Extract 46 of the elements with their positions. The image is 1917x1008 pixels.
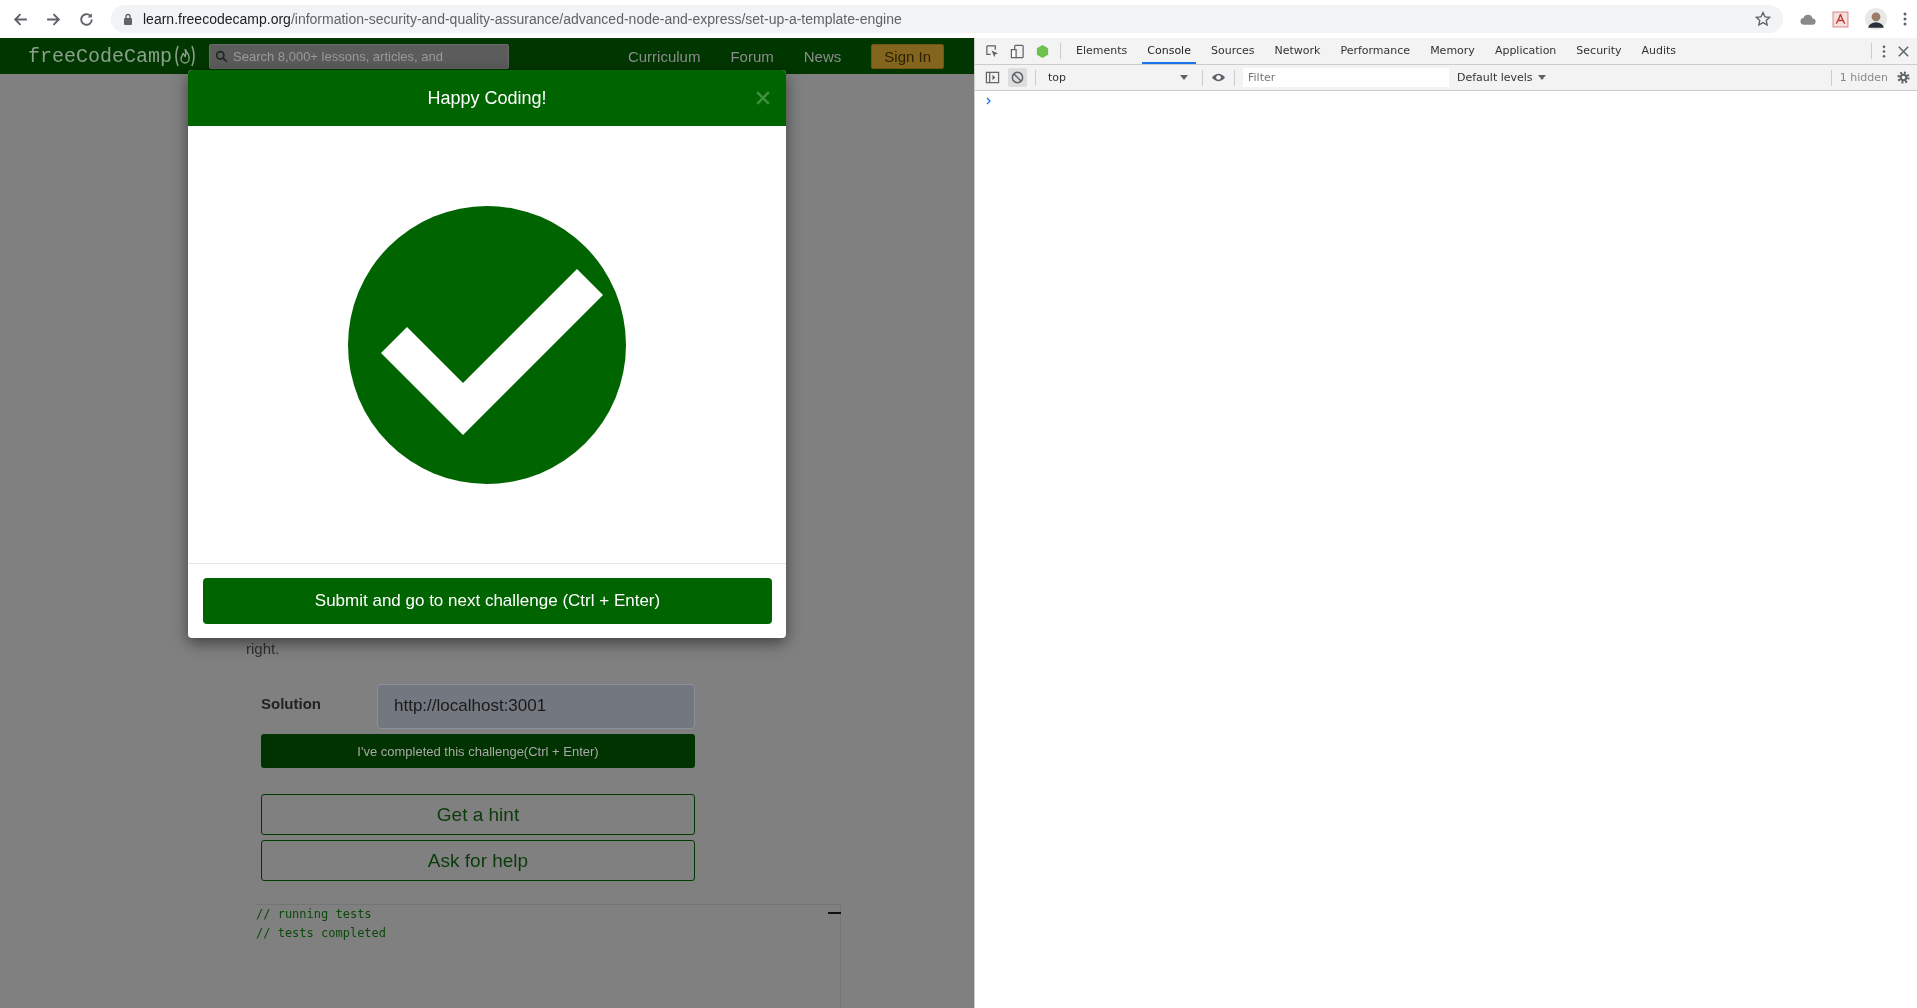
menu-icon[interactable] (1903, 11, 1907, 27)
hidden-count: 1 hidden (1839, 71, 1888, 84)
nav-link[interactable]: Forum (730, 47, 774, 65)
clear-icon[interactable] (1008, 68, 1027, 87)
context-select[interactable]: top (1044, 71, 1194, 84)
prompt-icon[interactable] (986, 97, 992, 105)
search-field[interactable]: Search 8,000+ lessons, articles, and (209, 43, 510, 69)
submit-button[interactable]: Submit and go to next challenge (Ctrl + Enter) (203, 578, 772, 624)
caret-icon (1537, 75, 1546, 80)
devtools-tab[interactable]: Application (1489, 38, 1562, 64)
output-line: // tests completed (256, 925, 388, 942)
devtools-tab[interactable]: Memory (1425, 38, 1480, 64)
settings-icon[interactable] (1896, 70, 1911, 85)
output-line: // running tests (256, 906, 373, 923)
solution-field[interactable]: http://localhost:3001 (377, 683, 695, 729)
search-icon (215, 49, 229, 63)
filter-field[interactable]: Filter (1243, 68, 1449, 87)
paragraph-text: right. (246, 640, 281, 657)
device-icon[interactable] (1010, 43, 1025, 59)
completed-button[interactable]: I've completed this challenge(Ctrl + Enter) (261, 734, 695, 768)
solution-label: Solution (261, 694, 322, 712)
caret-icon (1180, 75, 1188, 80)
devtools-tab[interactable]: Network (1269, 38, 1326, 64)
devtools-tab[interactable]: Security (1571, 38, 1627, 64)
devtools-tab[interactable]: Performance (1335, 38, 1416, 64)
reload-icon[interactable] (78, 10, 95, 28)
devtools-tab[interactable]: Elements (1071, 38, 1133, 64)
url-text: learn.freecodecamp.org/information-security-and-quality-assurance/advanced-node-and-express/set-up-a-template-engine (143, 11, 903, 27)
flame-icon (173, 44, 198, 68)
pdf-icon[interactable] (1832, 10, 1849, 28)
checkmark-icon (347, 204, 627, 485)
more-icon[interactable] (1882, 43, 1886, 59)
avatar-icon[interactable] (1865, 8, 1887, 30)
close-icon[interactable] (1896, 43, 1911, 59)
devtools-tab[interactable]: Sources (1205, 38, 1260, 64)
modal-title: Happy Coding! (427, 87, 547, 109)
devtools-tab[interactable]: Audits (1636, 38, 1682, 64)
inspect-icon[interactable] (985, 43, 1000, 59)
sidebar-icon[interactable] (985, 70, 1000, 85)
levels-dropdown[interactable]: Default levels (1457, 71, 1546, 84)
lock-icon (123, 13, 133, 25)
nav-link[interactable]: Curriculum (627, 47, 701, 65)
site-logo[interactable]: freeCodeCamp (28, 44, 173, 68)
address-bar[interactable]: learn.freecodecamp.org/information-security-and-quality-assurance/advanced-node-and-express/set-up-a-template-engine (111, 5, 1783, 33)
nav-link[interactable]: News (803, 47, 842, 65)
star-icon[interactable] (1755, 11, 1771, 27)
